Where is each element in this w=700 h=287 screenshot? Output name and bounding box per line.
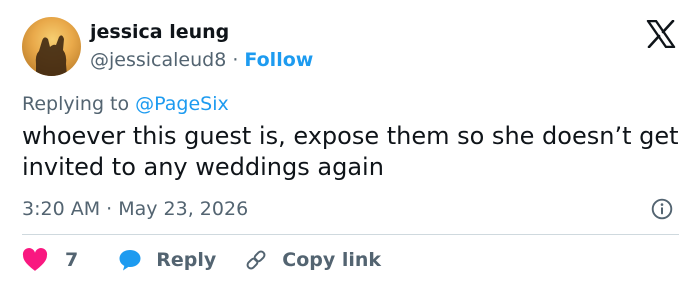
speech-bubble-icon: [119, 250, 141, 271]
reply-context-prefix: Replying to: [22, 93, 136, 115]
copy-link-button[interactable]: Copy link: [244, 248, 381, 272]
reply-label: Reply: [156, 249, 217, 271]
avatar-silhouette: [35, 35, 67, 76]
date-separator: ·: [100, 198, 119, 220]
tweet-text: whoever this guest is, expose them so sh…: [22, 122, 679, 181]
avatar[interactable]: [22, 17, 81, 76]
info-icon[interactable]: [651, 198, 673, 220]
author-handle[interactable]: @jessicaleud8: [90, 49, 226, 71]
handle-separator: ·: [226, 49, 245, 71]
follow-button[interactable]: Follow: [244, 49, 313, 71]
link-icon: [246, 250, 266, 270]
author-name[interactable]: jessica leung: [90, 20, 229, 44]
reply-button[interactable]: Reply: [118, 248, 216, 272]
timestamp[interactable]: 3:20 AM · May 23, 2026: [22, 197, 248, 221]
author-handle-line: @jessicaleud8 · Follow: [90, 48, 313, 72]
like-button[interactable]: 7: [22, 248, 118, 272]
tweet-date: May 23, 2026: [118, 198, 249, 220]
reply-context: Replying to @PageSix: [22, 92, 229, 116]
reply-mention-link[interactable]: @PageSix: [135, 93, 229, 115]
x-logo-icon[interactable]: [646, 19, 676, 49]
action-bar: 7 Reply Copy link: [22, 246, 381, 274]
heart-icon: [22, 248, 48, 271]
divider: [22, 234, 679, 235]
like-count: 7: [65, 249, 79, 271]
tweet-time: 3:20 AM: [22, 198, 101, 220]
copy-link-label: Copy link: [282, 249, 382, 271]
